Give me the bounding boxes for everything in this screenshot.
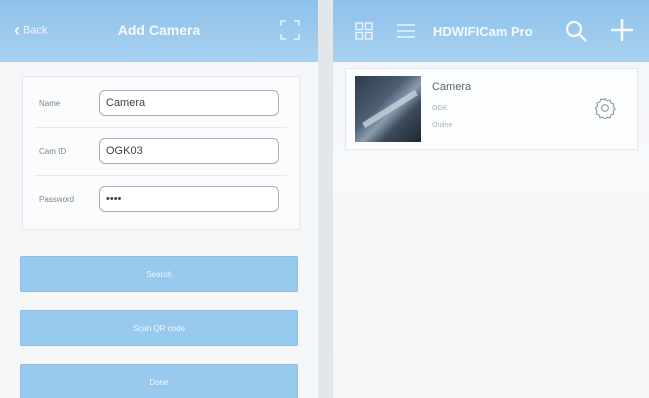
grid-view-icon[interactable] [355,22,373,40]
scan-icon[interactable] [280,20,300,40]
camera-form: Name Cam ID Password [22,76,300,230]
screen-divider [318,0,333,398]
name-field[interactable] [99,90,279,116]
search-icon[interactable] [565,20,587,42]
password-row: Password [23,181,299,217]
camera-list-screen: HDWIFICam Pro Camera OGK Online [333,0,649,398]
camera-status: Online [432,122,453,129]
add-camera-navbar: ‹ Back Add Camera [0,0,318,62]
camid-row: Cam ID [23,133,299,169]
divider [35,175,287,176]
camid-field[interactable] [99,138,279,164]
camera-id: OGK [432,105,448,112]
app-title: HDWIFICam Pro [433,24,533,39]
done-button[interactable]: Done [20,364,298,398]
camid-label: Cam ID [39,147,67,156]
list-item[interactable]: Camera OGK Online [345,68,638,150]
camera-name: Camera [432,81,472,93]
password-field[interactable] [99,186,279,212]
gear-icon[interactable] [594,97,616,119]
divider [35,127,287,128]
camera-list-navbar: HDWIFICam Pro [333,0,649,62]
scan-qr-button[interactable]: Scan QR code [20,310,298,346]
name-label: Name [39,99,61,108]
name-row: Name [23,85,299,121]
camera-thumbnail [355,76,421,142]
list-view-icon[interactable] [397,24,415,38]
password-label: Password [39,195,75,204]
add-camera-screen: ‹Back Add Camera Name Cam ID Password Se… [0,0,318,398]
search-button[interactable]: Search [20,256,298,292]
add-icon[interactable] [611,19,633,41]
page-title: Add Camera [117,22,201,38]
